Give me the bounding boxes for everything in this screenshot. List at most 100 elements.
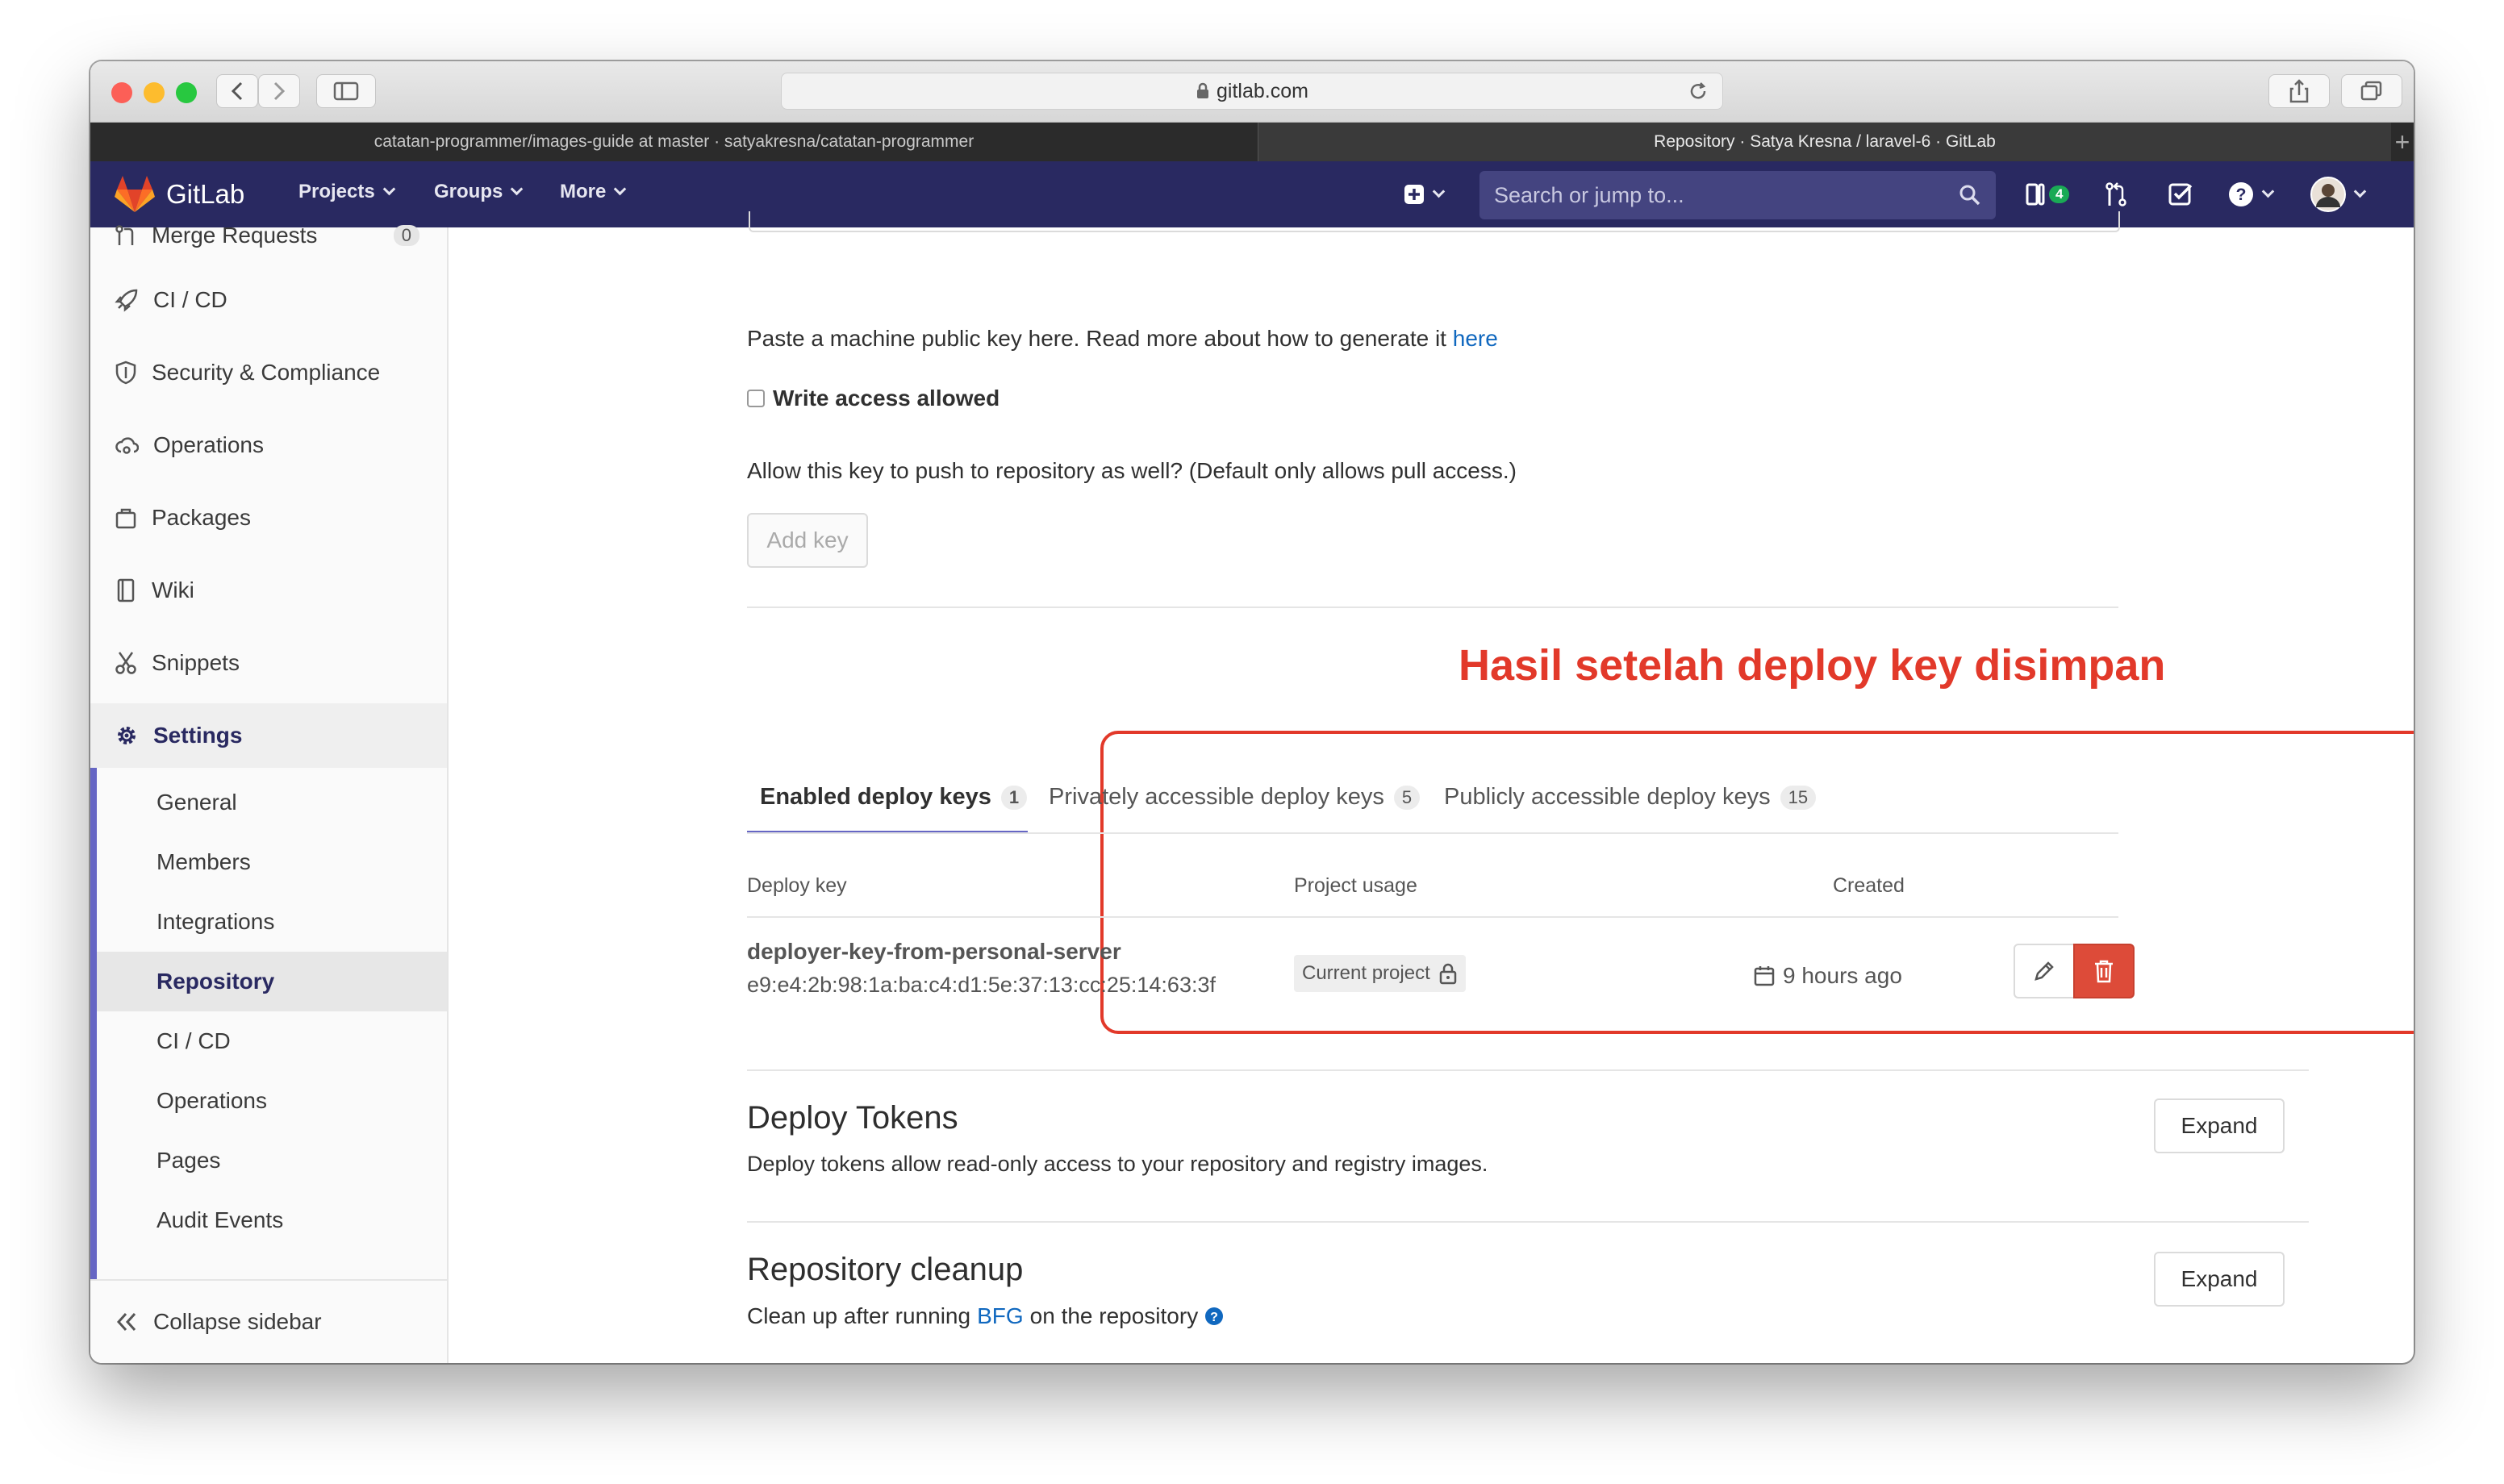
avatar <box>2310 177 2346 212</box>
plus-square-icon <box>1404 185 1424 204</box>
rocket-icon <box>115 289 138 312</box>
chevron-down-icon <box>511 182 524 195</box>
remove-deploy-key-button[interactable] <box>2073 944 2135 998</box>
back-button[interactable] <box>216 74 258 108</box>
share-button[interactable] <box>2268 74 2330 108</box>
gear-icon <box>118 727 136 744</box>
section-divider <box>747 1221 2309 1223</box>
sidebar-sub-repository[interactable]: Repository <box>97 952 447 1011</box>
nav-projects-dropdown[interactable]: Projects <box>298 181 395 203</box>
repository-cleanup-expand-button[interactable]: Expand <box>2154 1252 2285 1307</box>
sidebar-item-label: Security & Compliance <box>152 360 381 385</box>
sidebar-item-merge-requests[interactable]: Merge Requests 0 <box>90 203 447 268</box>
edit-deploy-key-button[interactable] <box>2014 944 2075 998</box>
deploy-tokens-title: Deploy Tokens <box>747 1100 958 1136</box>
svg-text:?: ? <box>1210 1311 1218 1324</box>
pencil-icon <box>2034 961 2054 981</box>
scissors-icon <box>115 652 136 674</box>
tab-public-deploy-keys[interactable]: Publicly accessible deploy keys 15 <box>1444 784 1817 811</box>
sidebar-sub-label: Audit Events <box>156 1207 284 1232</box>
tab-private-deploy-keys[interactable]: Privately accessible deploy keys 5 <box>1049 784 1421 811</box>
todos-button[interactable]: 4 <box>2025 177 2070 211</box>
cleanup-desc-before: Clean up after running <box>747 1303 971 1328</box>
sidebar-sub-ci-cd[interactable]: CI / CD <box>97 1011 447 1071</box>
close-window-button[interactable] <box>111 82 132 103</box>
sidebar-sub-members[interactable]: Members <box>97 832 447 892</box>
chevron-left-icon <box>231 81 243 101</box>
minimize-window-button[interactable] <box>144 82 165 103</box>
reload-icon[interactable] <box>1687 80 1709 102</box>
sidebar-icon <box>333 81 359 101</box>
tab-count-badge: 15 <box>1780 785 1817 810</box>
merge-request-icon <box>115 225 134 245</box>
write-access-checkbox[interactable] <box>747 390 765 407</box>
sidebar-item-label: Settings <box>153 723 243 748</box>
tab-enabled-deploy-keys[interactable]: Enabled deploy keys 1 <box>760 784 1028 811</box>
sidebar-toggle-button[interactable] <box>316 74 376 108</box>
section-divider <box>747 1069 2309 1071</box>
help-dropdown[interactable]: ? <box>2228 177 2275 211</box>
nav-groups-label: Groups <box>434 181 503 202</box>
sidebar-sub-audit-events[interactable]: Audit Events <box>97 1190 447 1250</box>
forward-button[interactable] <box>258 74 300 108</box>
add-key-button[interactable]: Add key <box>747 513 868 568</box>
new-tab-button[interactable]: + <box>2391 123 2414 161</box>
col-header-deploy-key: Deploy key <box>747 874 847 897</box>
tab-label: Enabled deploy keys <box>760 784 991 810</box>
key-textarea[interactable] <box>749 211 2120 232</box>
sidebar-item-label: Wiki <box>152 577 194 602</box>
address-bar[interactable]: gitlab.com <box>781 73 1723 110</box>
collapse-sidebar-button[interactable]: Collapse sidebar <box>90 1279 447 1363</box>
browser-titlebar: gitlab.com <box>90 61 2414 123</box>
tab-overview-button[interactable] <box>2341 74 2402 108</box>
sidebar-item-settings[interactable]: Settings <box>90 703 447 768</box>
sidebar-sub-pages[interactable]: Pages <box>97 1131 447 1190</box>
tab-count-badge: 1 <box>1000 785 1028 810</box>
sidebar-sub-operations[interactable]: Operations <box>97 1071 447 1131</box>
expand-label: Expand <box>2181 1266 2258 1291</box>
double-chevron-left-icon <box>116 1312 136 1332</box>
browser-tab-images-guide[interactable]: catatan-programmer/images-guide at maste… <box>90 123 1258 161</box>
nav-projects-label: Projects <box>298 181 375 202</box>
bfg-link[interactable]: BFG <box>977 1303 1024 1329</box>
sidebar-item-wiki[interactable]: Wiki <box>90 558 447 623</box>
zoom-window-button[interactable] <box>176 82 197 103</box>
sidebar-item-ci-cd[interactable]: CI / CD <box>90 268 447 332</box>
sidebar-item-security[interactable]: Security & Compliance <box>90 340 447 405</box>
main-content: Paste a machine public key here. Read mo… <box>449 211 2414 1363</box>
deploy-tokens-expand-button[interactable]: Expand <box>2154 1098 2285 1153</box>
project-usage-label: Current project <box>1302 962 1430 984</box>
expand-label: Expand <box>2181 1113 2258 1138</box>
nav-more-dropdown[interactable]: More <box>560 181 627 203</box>
lock-icon <box>1197 82 1209 98</box>
sidebar-sub-label: Repository <box>156 969 275 994</box>
tab-count-badge: 5 <box>1393 785 1421 810</box>
browser-tab-repository[interactable]: Repository · Satya Kresna / laravel-6 · … <box>1258 123 2391 161</box>
sidebar-sub-general[interactable]: General <box>97 773 447 832</box>
sidebar-item-packages[interactable]: Packages <box>90 486 447 550</box>
tab-title: Repository · Satya Kresna / laravel-6 · … <box>1654 132 1996 151</box>
chevron-down-icon <box>2261 185 2275 198</box>
todos-count-badge: 4 <box>2049 186 2070 203</box>
share-icon <box>2289 79 2309 103</box>
issues-button[interactable] <box>2168 177 2194 211</box>
sidebar-sub-integrations[interactable]: Integrations <box>97 892 447 952</box>
merge-requests-button[interactable] <box>2104 177 2128 211</box>
sidebar-item-operations[interactable]: Operations <box>90 413 447 477</box>
tabs-icon <box>2360 81 2382 101</box>
user-menu-dropdown[interactable] <box>2310 177 2367 212</box>
tabs-divider <box>747 832 2118 834</box>
sidebar-item-label: Operations <box>153 432 264 457</box>
help-icon: ? <box>2229 182 2253 206</box>
sidebar-item-snippets[interactable]: Snippets <box>90 631 447 695</box>
sidebar-item-label: Merge Requests <box>152 223 318 248</box>
help-text: Paste a machine public key here. Read mo… <box>747 326 1446 351</box>
nav-groups-dropdown[interactable]: Groups <box>434 181 524 203</box>
new-item-dropdown[interactable] <box>1404 177 1446 211</box>
cleanup-desc-after: on the repository <box>1029 1303 1199 1328</box>
generate-key-link[interactable]: here <box>1453 326 1498 351</box>
deploy-key-help-text: Paste a machine public key here. Read mo… <box>747 326 1498 352</box>
sidebar-sub-label: Operations <box>156 1088 267 1113</box>
question-circle-icon[interactable]: ? <box>1204 1307 1224 1326</box>
write-access-row: Write access allowed <box>747 386 1000 411</box>
